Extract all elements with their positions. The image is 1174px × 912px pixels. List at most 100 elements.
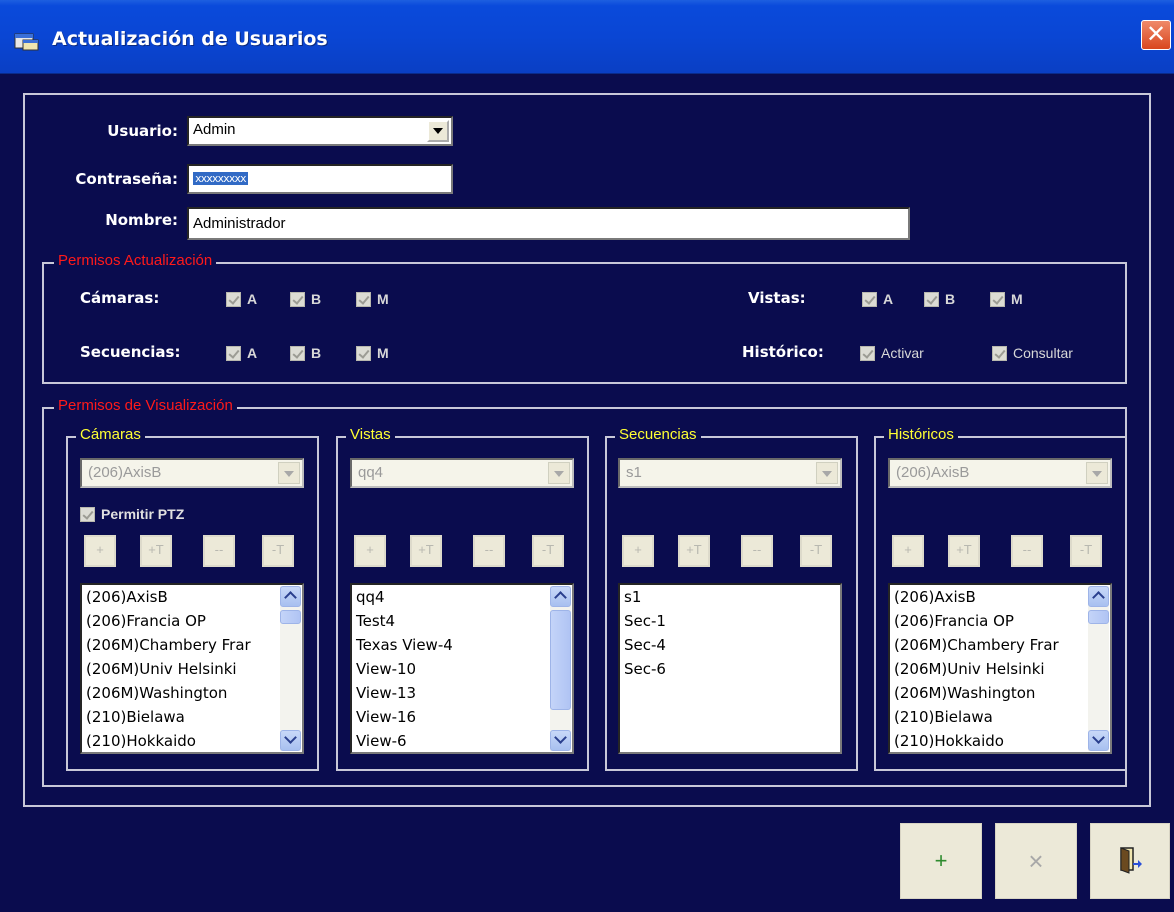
checkbox-icon bbox=[290, 345, 305, 361]
scroll-up-icon[interactable] bbox=[1088, 586, 1109, 607]
vistas-combo[interactable]: qq4 bbox=[350, 458, 574, 488]
camaras-add-all-button[interactable]: +T bbox=[140, 535, 172, 567]
scroll-up-icon[interactable] bbox=[280, 586, 301, 607]
usuario-select[interactable]: Admin bbox=[187, 116, 453, 146]
nombre-field[interactable]: Administrador bbox=[187, 207, 910, 240]
list-item[interactable]: (206M)Chambery Frar bbox=[890, 633, 1110, 657]
vistas-check-m[interactable]: M bbox=[990, 291, 1023, 307]
list-item[interactable]: (206M)Washington bbox=[82, 681, 302, 705]
list-item[interactable]: s1 bbox=[620, 585, 840, 609]
scroll-up-icon[interactable] bbox=[550, 586, 571, 607]
camaras-update-label: Cámaras: bbox=[80, 289, 160, 307]
list-item[interactable]: (206M)Univ Helsinki bbox=[82, 657, 302, 681]
checkbox-icon bbox=[80, 506, 95, 522]
historicos-remove-button[interactable]: -- bbox=[1011, 535, 1043, 567]
historicos-combo[interactable]: (206)AxisB bbox=[888, 458, 1112, 488]
list-item[interactable]: qq4 bbox=[352, 585, 572, 609]
chevron-down-icon[interactable] bbox=[1086, 462, 1108, 484]
secuencias-check-b[interactable]: B bbox=[290, 345, 321, 361]
secuencias-check-m[interactable]: M bbox=[356, 345, 389, 361]
camaras-listbox[interactable]: (206)AxisB (206)Francia OP (206M)Chamber… bbox=[80, 583, 304, 754]
vistas-check-b[interactable]: B bbox=[924, 291, 955, 307]
vistas-add-all-button[interactable]: +T bbox=[410, 535, 442, 567]
permisos-actualizacion-legend: Permisos Actualización bbox=[54, 252, 217, 269]
historicos-add-all-button[interactable]: +T bbox=[948, 535, 980, 567]
password-field[interactable]: xxxxxxxxx bbox=[187, 164, 453, 194]
secuencias-update-label: Secuencias: bbox=[80, 343, 181, 361]
scroll-down-icon[interactable] bbox=[1088, 730, 1109, 751]
scrollbar[interactable] bbox=[280, 586, 301, 751]
delete-button[interactable]: × bbox=[995, 823, 1077, 899]
list-item[interactable]: Sec-4 bbox=[620, 633, 840, 657]
camaras-check-m[interactable]: M bbox=[356, 291, 389, 307]
camaras-combo[interactable]: (206)AxisB bbox=[80, 458, 304, 488]
add-button[interactable]: + bbox=[900, 823, 982, 899]
historico-check-activar[interactable]: Activar bbox=[860, 345, 924, 361]
list-item[interactable]: Sec-6 bbox=[620, 657, 840, 681]
scrollbar[interactable] bbox=[1088, 586, 1109, 751]
chevron-down-icon[interactable] bbox=[427, 120, 449, 142]
camaras-check-a[interactable]: A bbox=[226, 291, 257, 307]
camaras-remove-button[interactable]: -- bbox=[203, 535, 235, 567]
chevron-down-icon[interactable] bbox=[816, 462, 838, 484]
scroll-down-icon[interactable] bbox=[280, 730, 301, 751]
scrollbar[interactable] bbox=[550, 586, 571, 751]
secuencias-add-button[interactable]: + bbox=[622, 535, 654, 567]
add-button-label: + bbox=[934, 848, 948, 873]
list-item[interactable]: (206M)Univ Helsinki bbox=[890, 657, 1110, 681]
list-item[interactable]: View-10 bbox=[352, 657, 572, 681]
list-item[interactable]: Test4 bbox=[352, 609, 572, 633]
window-title: Actualización de Usuarios bbox=[52, 28, 328, 50]
secuencias-check-a[interactable]: A bbox=[226, 345, 257, 361]
historico-check-consultar[interactable]: Consultar bbox=[992, 345, 1073, 361]
list-item[interactable]: (206M)Washington bbox=[890, 681, 1110, 705]
scroll-thumb[interactable] bbox=[280, 610, 301, 624]
exit-button[interactable] bbox=[1090, 823, 1170, 899]
secuencias-remove-all-button[interactable]: -T bbox=[800, 535, 832, 567]
camaras-remove-all-button[interactable]: -T bbox=[262, 535, 294, 567]
usuario-select-value: Admin bbox=[193, 121, 236, 138]
list-item[interactable]: (206)Francia OP bbox=[890, 609, 1110, 633]
camaras-check-b[interactable]: B bbox=[290, 291, 321, 307]
secuencias-add-all-button[interactable]: +T bbox=[678, 535, 710, 567]
historicos-remove-all-button[interactable]: -T bbox=[1070, 535, 1102, 567]
chevron-down-icon[interactable] bbox=[278, 462, 300, 484]
nombre-value: Administrador bbox=[193, 215, 286, 232]
list-item[interactable]: View-16 bbox=[352, 705, 572, 729]
secuencias-panel-legend: Secuencias bbox=[615, 426, 701, 443]
list-item[interactable]: Sec-1 bbox=[620, 609, 840, 633]
exit-door-icon bbox=[1120, 847, 1142, 874]
list-item[interactable]: (206)AxisB bbox=[890, 585, 1110, 609]
historicos-listbox[interactable]: (206)AxisB (206)Francia OP (206M)Chamber… bbox=[888, 583, 1112, 754]
vistas-remove-button[interactable]: -- bbox=[473, 535, 505, 567]
secuencias-remove-button[interactable]: -- bbox=[741, 535, 773, 567]
list-item[interactable]: (206M)Chambery Frar bbox=[82, 633, 302, 657]
list-item[interactable]: (210)Hokkaido bbox=[82, 729, 302, 752]
vistas-check-a[interactable]: A bbox=[862, 291, 893, 307]
list-item[interactable]: (206)Francia OP bbox=[82, 609, 302, 633]
secuencias-listbox[interactable]: s1 Sec-1 Sec-4 Sec-6 bbox=[618, 583, 842, 754]
permitir-ptz-check[interactable]: Permitir PTZ bbox=[80, 506, 184, 522]
list-item[interactable]: (206)AxisB bbox=[82, 585, 302, 609]
vistas-add-button[interactable]: + bbox=[354, 535, 386, 567]
close-icon[interactable]: ✕ bbox=[1141, 20, 1171, 50]
camaras-add-button[interactable]: + bbox=[84, 535, 116, 567]
scroll-thumb[interactable] bbox=[550, 610, 571, 710]
vistas-listbox[interactable]: qq4 Test4 Texas View-4 View-10 View-13 V… bbox=[350, 583, 574, 754]
secuencias-combo[interactable]: s1 bbox=[618, 458, 842, 488]
permisos-actualizacion-group bbox=[42, 262, 1127, 384]
title-bar[interactable]: Actualización de Usuarios ✕ bbox=[0, 0, 1174, 74]
checkbox-icon bbox=[860, 345, 875, 361]
list-item[interactable]: View-13 bbox=[352, 681, 572, 705]
scroll-thumb[interactable] bbox=[1088, 610, 1109, 624]
chevron-down-icon[interactable] bbox=[548, 462, 570, 484]
list-item[interactable]: (210)Bielawa bbox=[890, 705, 1110, 729]
list-item[interactable]: View-6 bbox=[352, 729, 572, 752]
scroll-down-icon[interactable] bbox=[550, 730, 571, 751]
contrasena-label: Contraseña: bbox=[75, 170, 178, 188]
vistas-remove-all-button[interactable]: -T bbox=[532, 535, 564, 567]
list-item[interactable]: (210)Bielawa bbox=[82, 705, 302, 729]
list-item[interactable]: Texas View-4 bbox=[352, 633, 572, 657]
historicos-add-button[interactable]: + bbox=[892, 535, 924, 567]
list-item[interactable]: (210)Hokkaido bbox=[890, 729, 1110, 752]
